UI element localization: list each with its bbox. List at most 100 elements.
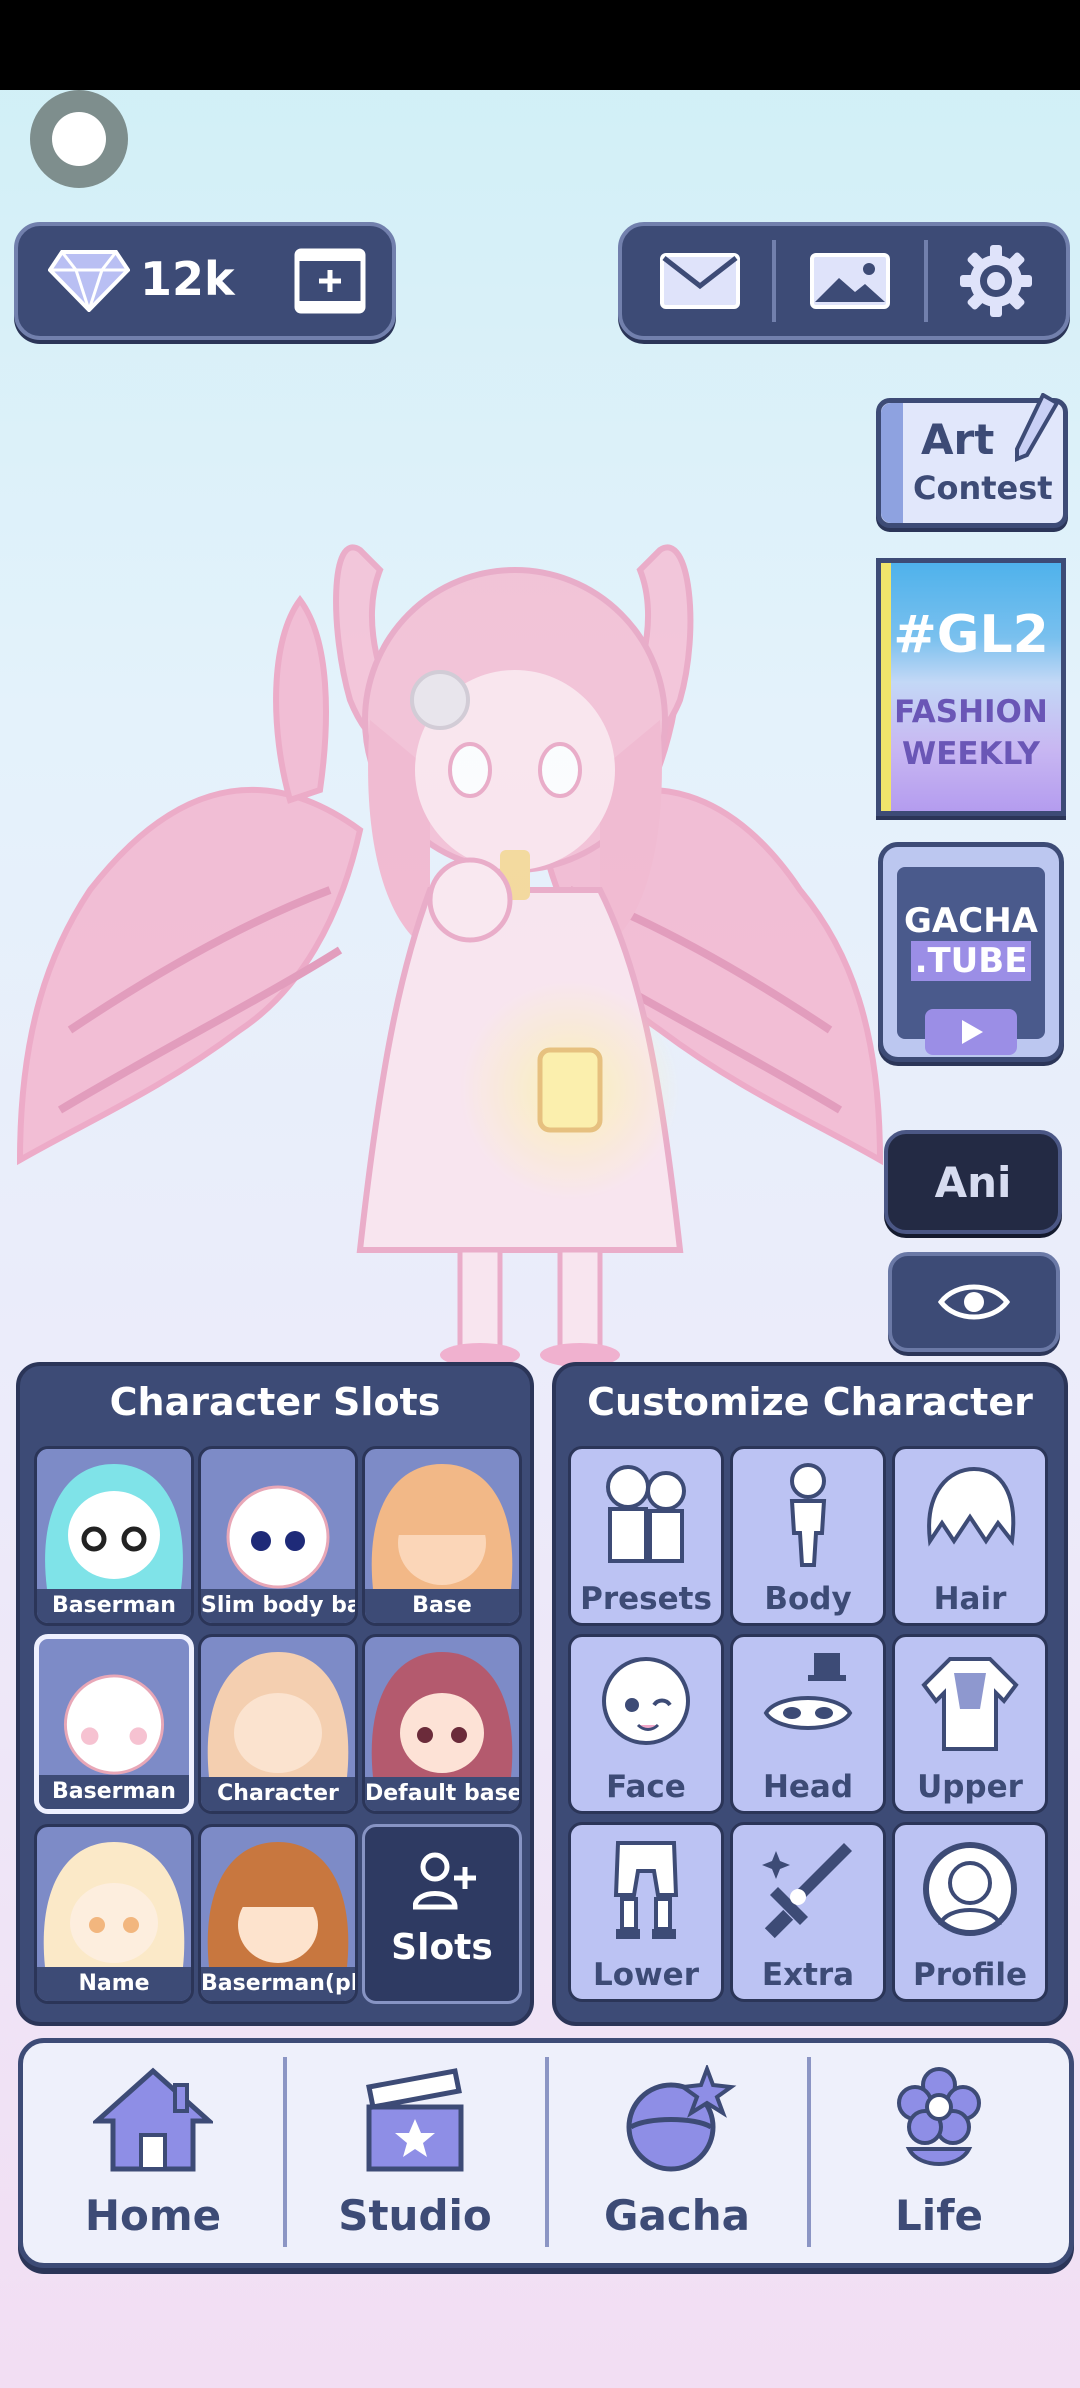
eye-icon xyxy=(938,1284,1010,1320)
slot-label: Name xyxy=(37,1967,191,2001)
nav-home[interactable]: Home xyxy=(23,2043,283,2263)
art-contest-line1: Art xyxy=(921,415,995,464)
house-icon xyxy=(93,2067,213,2172)
gl2-subtitle-line2: WEEKLY xyxy=(902,736,1040,772)
lower-button[interactable]: Lower xyxy=(568,1822,724,2002)
presets-button[interactable]: Presets xyxy=(568,1446,724,1626)
nav-gacha[interactable]: Gacha xyxy=(547,2043,807,2263)
gem-counter: 12k xyxy=(14,222,396,340)
gl2-subtitle-line1: FASHION xyxy=(894,694,1048,730)
upper-button[interactable]: Upper xyxy=(892,1634,1048,1814)
profile-label: Profile xyxy=(913,1957,1027,1993)
head-button[interactable]: Head xyxy=(730,1634,886,1814)
add-slots-button[interactable]: Slots xyxy=(362,1824,522,2004)
pants-icon xyxy=(613,1841,679,1939)
sword-icon xyxy=(762,1843,852,1939)
diamond-icon xyxy=(48,250,130,312)
ani-button[interactable]: Ani xyxy=(884,1130,1062,1234)
notebook-strip xyxy=(881,403,903,523)
slot-4-selected[interactable]: Baserman xyxy=(34,1634,194,1814)
gacha-tube-button[interactable]: GACHA .TUBE xyxy=(878,842,1064,1062)
character-preview[interactable] xyxy=(0,470,900,1370)
body-label: Body xyxy=(764,1581,852,1617)
slot-2[interactable]: Slim body bas xyxy=(198,1446,358,1626)
face-button[interactable]: Face xyxy=(568,1634,724,1814)
slot-7[interactable]: Name xyxy=(34,1824,194,2004)
avatar xyxy=(207,1652,349,1777)
image-icon xyxy=(810,253,890,309)
play-icon xyxy=(925,1009,1017,1055)
lower-label: Lower xyxy=(592,1957,699,1993)
avatar xyxy=(371,1652,513,1777)
customize-character-panel: Customize Character Presets Body Hair Fa… xyxy=(552,1362,1068,2026)
top-menu xyxy=(618,222,1070,340)
avatar xyxy=(371,1464,513,1589)
nav-gacha-label: Gacha xyxy=(604,2191,750,2240)
slot-label: Slim body bas xyxy=(201,1589,355,1623)
gacha-tube-line2: .TUBE xyxy=(910,941,1032,981)
mail-icon xyxy=(660,253,740,309)
slot-label: Baserman(plu xyxy=(201,1967,355,2001)
avatar xyxy=(43,1842,185,1967)
avatar xyxy=(63,1674,165,1775)
slot-label: Character xyxy=(201,1777,355,1811)
gacha-capsule-icon xyxy=(626,2065,737,2172)
divider xyxy=(772,240,776,322)
profile-icon xyxy=(923,1842,1017,1936)
add-user-icon xyxy=(413,1852,476,1910)
face-label: Face xyxy=(606,1769,686,1805)
gear-icon xyxy=(960,245,1032,317)
head-icon xyxy=(763,1653,853,1730)
status-bar xyxy=(0,0,1080,90)
mail-button[interactable] xyxy=(630,236,770,326)
avatar xyxy=(226,1485,330,1589)
body-button[interactable]: Body xyxy=(730,1446,886,1626)
avatar xyxy=(207,1842,349,1967)
slot-1[interactable]: Baserman xyxy=(34,1446,194,1626)
hair-icon xyxy=(927,1466,1016,1547)
body-icon xyxy=(789,1463,827,1567)
slot-6[interactable]: Default base xyxy=(362,1634,522,1814)
slot-label: Base xyxy=(365,1589,519,1623)
slot-label: Default base xyxy=(365,1777,519,1811)
record-dot-icon xyxy=(52,112,106,166)
hair-label: Hair xyxy=(933,1581,1007,1617)
extra-button[interactable]: Extra xyxy=(730,1822,886,2002)
character-slots-panel: Character Slots Baserman Slim body bas B… xyxy=(16,1362,534,2026)
nav-life[interactable]: Life xyxy=(809,2043,1069,2263)
head-label: Head xyxy=(762,1769,854,1805)
profile-button[interactable]: Profile xyxy=(892,1822,1048,2002)
gl2-title: #GL2 xyxy=(893,605,1049,665)
gem-count: 12k xyxy=(140,252,235,306)
bottom-navigation: Home Studio Gacha Life xyxy=(18,2038,1074,2268)
flower-icon xyxy=(897,2067,981,2166)
slot-3[interactable]: Base xyxy=(362,1446,522,1626)
presets-label: Presets xyxy=(580,1581,712,1617)
art-contest-line2: Contest xyxy=(913,469,1053,507)
customize-character-title: Customize Character xyxy=(587,1380,1033,1424)
pencil-icon xyxy=(1015,393,1059,462)
nav-studio[interactable]: Studio xyxy=(285,2043,545,2263)
nav-life-label: Life xyxy=(895,2191,983,2240)
gacha-tube-line1: GACHA xyxy=(904,901,1038,941)
gl2-subtitle: FASHION WEEKLY xyxy=(881,691,1061,775)
presets-icon xyxy=(606,1465,686,1563)
settings-button[interactable] xyxy=(926,236,1066,326)
record-button[interactable] xyxy=(30,90,128,188)
add-slots-label: Slots xyxy=(391,1927,493,1968)
gallery-button[interactable] xyxy=(780,236,920,326)
nav-studio-label: Studio xyxy=(338,2191,492,2240)
hair-button[interactable]: Hair xyxy=(892,1446,1048,1626)
face-icon xyxy=(602,1657,690,1745)
nav-home-label: Home xyxy=(84,2191,222,2240)
art-contest-button[interactable]: Art Contest xyxy=(876,393,1068,528)
character-slots-title: Character Slots xyxy=(109,1380,441,1424)
fashion-weekly-button[interactable]: #GL2 FASHION WEEKLY xyxy=(876,558,1066,816)
watch-ad-button[interactable] xyxy=(294,248,366,314)
avatar xyxy=(37,1449,191,1589)
shirt-icon xyxy=(921,1657,1019,1751)
hide-ui-button[interactable] xyxy=(888,1252,1060,1352)
slot-5[interactable]: Character xyxy=(198,1634,358,1814)
slot-8[interactable]: Baserman(plu xyxy=(198,1824,358,2004)
slot-label: Baserman xyxy=(37,1589,191,1623)
